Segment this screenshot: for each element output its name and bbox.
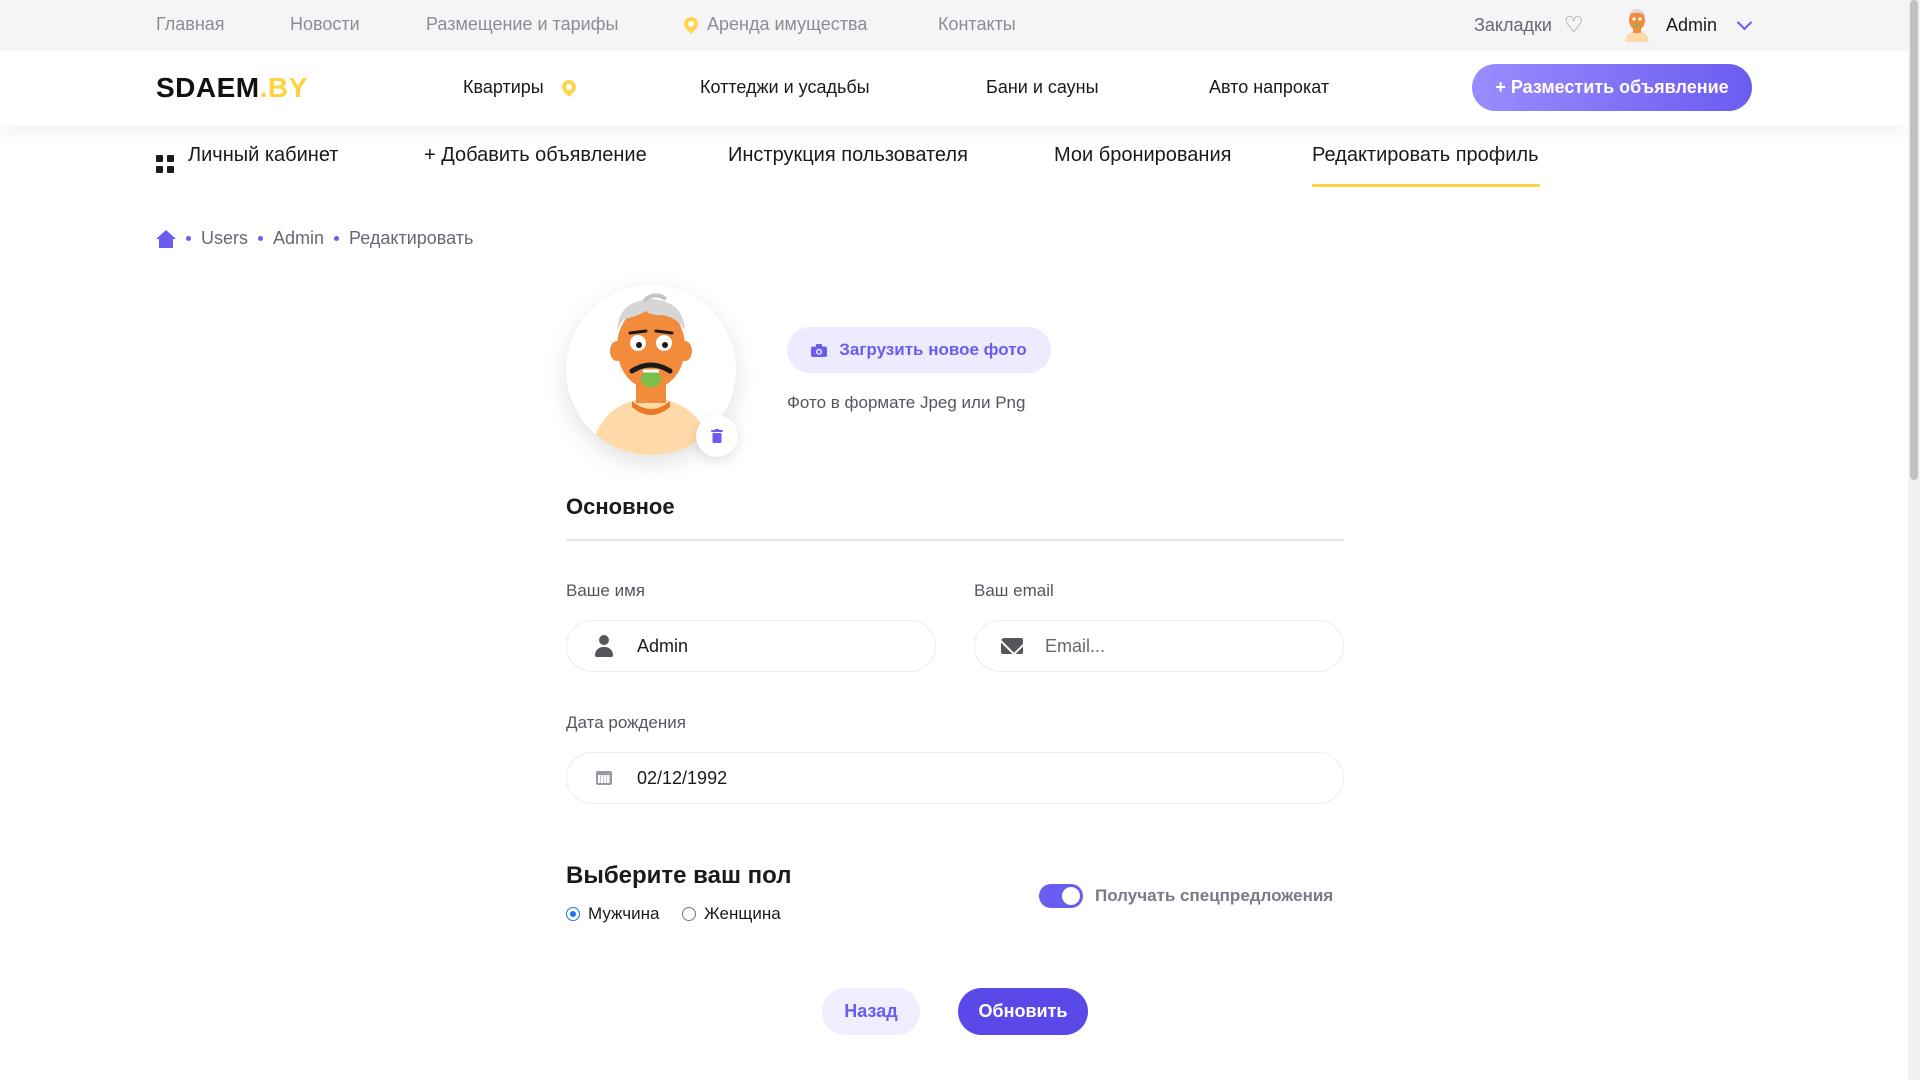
- active-tab-indicator: [1312, 184, 1540, 187]
- birth-date-label: Дата рождения: [566, 713, 686, 732]
- email-input[interactable]: [1045, 635, 1285, 657]
- radio-unselected-icon[interactable]: [682, 907, 696, 921]
- camera-icon: [811, 343, 828, 357]
- section-divider: [566, 539, 1344, 541]
- top-link-pricing[interactable]: Размещение и тарифы: [426, 14, 618, 35]
- email-label: Ваш email: [974, 581, 1054, 600]
- top-link-contacts[interactable]: Контакты: [938, 14, 1016, 35]
- nav-apartments-label: Квартиры: [463, 77, 544, 97]
- top-link-rental[interactable]: Аренда имущества: [681, 14, 868, 35]
- upload-photo-label: Загрузить новое фото: [839, 340, 1027, 359]
- logo-main: SDAEM: [156, 72, 260, 103]
- section-title: Основное: [566, 494, 675, 519]
- main-header: SDAEM.BY Квартиры Коттеджи и усадьбы Бан…: [0, 50, 1908, 125]
- site-logo[interactable]: SDAEM.BY: [156, 72, 308, 104]
- calendar-icon: [591, 771, 617, 785]
- user-name: Admin: [1666, 14, 1718, 35]
- chevron-down-icon: [1736, 14, 1753, 30]
- top-link-home[interactable]: Главная: [156, 14, 225, 35]
- breadcrumb-separator: [258, 236, 264, 241]
- location-pin-icon: [558, 77, 579, 97]
- name-input[interactable]: [637, 635, 877, 657]
- gender-title: Выберите ваш пол: [566, 862, 792, 889]
- bookmarks-link[interactable]: Закладки ♡: [1474, 14, 1584, 36]
- nav-apartments[interactable]: Квартиры: [463, 77, 579, 98]
- breadcrumb: Users Admin Редактировать: [156, 228, 473, 249]
- tab-dashboard-label: Личный кабинет: [188, 144, 339, 166]
- special-offers-label: Получать спецпредложения: [1095, 886, 1334, 905]
- upload-photo-button[interactable]: Загрузить новое фото: [787, 327, 1051, 373]
- update-button[interactable]: Обновить: [958, 988, 1088, 1035]
- email-field[interactable]: [974, 620, 1344, 672]
- photo-format-hint: Фото в формате Jpeg или Png: [787, 393, 1026, 412]
- heart-icon: ♡: [1563, 12, 1584, 37]
- tab-my-bookings[interactable]: Мои бронирования: [1054, 144, 1231, 167]
- breadcrumb-current: Редактировать: [349, 228, 474, 248]
- gender-option-male[interactable]: Мужчина: [566, 904, 659, 924]
- trash-icon: [711, 429, 723, 443]
- scrollbar-thumb[interactable]: [1910, 0, 1918, 480]
- bookmarks-label: Закладки: [1474, 14, 1552, 35]
- radio-selected-icon[interactable]: [566, 907, 580, 921]
- tab-add-listing[interactable]: + Добавить объявление: [424, 144, 647, 167]
- user-avatar-small: [1625, 9, 1649, 42]
- nav-saunas[interactable]: Бани и сауны: [986, 77, 1099, 98]
- special-offers-toggle[interactable]: [1039, 884, 1083, 908]
- tab-user-guide[interactable]: Инструкция пользователя: [728, 144, 968, 167]
- top-link-rental-label: Аренда имущества: [707, 14, 868, 34]
- nav-cottages[interactable]: Коттеджи и усадьбы: [700, 77, 870, 98]
- breadcrumb-separator: [334, 236, 340, 241]
- tab-edit-profile[interactable]: Редактировать профиль: [1312, 144, 1539, 167]
- breadcrumb-separator: [186, 236, 191, 241]
- delete-photo-button[interactable]: [696, 415, 738, 457]
- post-ad-button[interactable]: + Разместить объявление: [1472, 64, 1752, 111]
- breadcrumb-admin[interactable]: Admin: [273, 228, 324, 249]
- nav-car-rental[interactable]: Авто напрокат: [1209, 77, 1329, 98]
- tab-dashboard[interactable]: Личный кабинет: [156, 144, 338, 173]
- gender-option-female[interactable]: Женщина: [682, 904, 781, 924]
- gender-male-label: Мужчина: [588, 904, 660, 923]
- birth-date-field[interactable]: [566, 752, 1344, 804]
- mail-icon: [999, 638, 1025, 654]
- grid-icon: [156, 155, 174, 173]
- location-pin-icon: [681, 14, 701, 34]
- gender-female-label: Женщина: [704, 904, 781, 923]
- user-menu[interactable]: Admin: [1622, 8, 1753, 42]
- home-icon[interactable]: [156, 229, 176, 248]
- breadcrumb-users[interactable]: Users: [201, 228, 248, 249]
- user-icon: [591, 635, 617, 657]
- back-button[interactable]: Назад: [822, 988, 920, 1035]
- name-label: Ваше имя: [566, 581, 645, 600]
- top-link-news[interactable]: Новости: [290, 14, 360, 35]
- birth-date-input[interactable]: [637, 767, 877, 789]
- top-utility-bar: Главная Новости Размещение и тарифы Арен…: [0, 0, 1908, 50]
- logo-accent: .BY: [259, 72, 308, 103]
- name-field[interactable]: [566, 620, 936, 672]
